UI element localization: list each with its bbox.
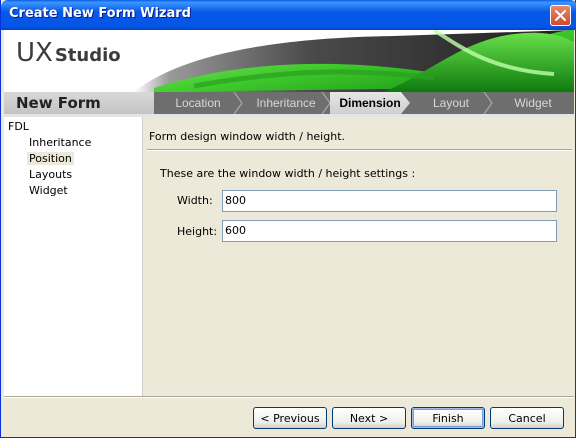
content-panel: Form design window width / height. These… bbox=[143, 117, 574, 396]
wizard-banner: UX Studio New Form Location Inheritance … bbox=[4, 30, 574, 118]
step-label: Widget bbox=[514, 96, 552, 110]
tree-item-layouts[interactable]: Layouts bbox=[27, 168, 74, 181]
step-inheritance[interactable]: Inheritance bbox=[242, 92, 331, 114]
ux-studio-logo: UX Studio bbox=[16, 38, 121, 68]
settings-label: These are the window width / height sett… bbox=[160, 167, 416, 180]
page-description: Form design window width / height. bbox=[149, 130, 346, 143]
height-label: Height: bbox=[177, 225, 218, 238]
step-dimension[interactable]: Dimension bbox=[330, 92, 411, 114]
close-button[interactable] bbox=[550, 5, 571, 26]
wizard-steps: Location Inheritance Dimension Layout Wi… bbox=[154, 92, 574, 114]
step-tree: FDL Inheritance Position Layouts Widget bbox=[4, 117, 143, 396]
wizard-window: Create New Form Wizard UX Studio New For… bbox=[0, 0, 576, 438]
section-title: New Form bbox=[16, 94, 101, 112]
tree-item-widget[interactable]: Widget bbox=[27, 184, 70, 197]
window-title: Create New Form Wizard bbox=[9, 6, 191, 21]
width-input[interactable]: 800 bbox=[222, 190, 557, 212]
step-location[interactable]: Location bbox=[154, 92, 243, 114]
title-bar[interactable]: Create New Form Wizard bbox=[1, 0, 576, 30]
finish-button[interactable]: Finish bbox=[411, 407, 485, 429]
cancel-button[interactable]: Cancel bbox=[490, 407, 564, 429]
next-button[interactable]: Next > bbox=[332, 407, 406, 429]
step-label: Layout bbox=[432, 96, 470, 110]
logo-ux: UX bbox=[16, 38, 53, 68]
step-layout[interactable]: Layout bbox=[410, 92, 493, 114]
tree-item-position[interactable]: Position bbox=[27, 152, 74, 165]
step-label: Dimension bbox=[339, 96, 401, 110]
close-icon bbox=[555, 10, 566, 21]
tree-root[interactable]: FDL bbox=[8, 120, 29, 133]
tree-item-inheritance[interactable]: Inheritance bbox=[27, 136, 93, 149]
step-widget[interactable]: Widget bbox=[492, 92, 574, 114]
footer-divider bbox=[4, 396, 574, 398]
step-label: Inheritance bbox=[256, 96, 316, 110]
width-label: Width: bbox=[177, 194, 213, 207]
previous-button[interactable]: < Previous bbox=[253, 407, 327, 429]
content-divider bbox=[147, 149, 572, 151]
step-label: Location bbox=[175, 96, 221, 110]
height-input[interactable]: 600 bbox=[222, 220, 557, 242]
banner-swirl-graphic bbox=[134, 30, 574, 92]
logo-studio: Studio bbox=[54, 45, 121, 66]
